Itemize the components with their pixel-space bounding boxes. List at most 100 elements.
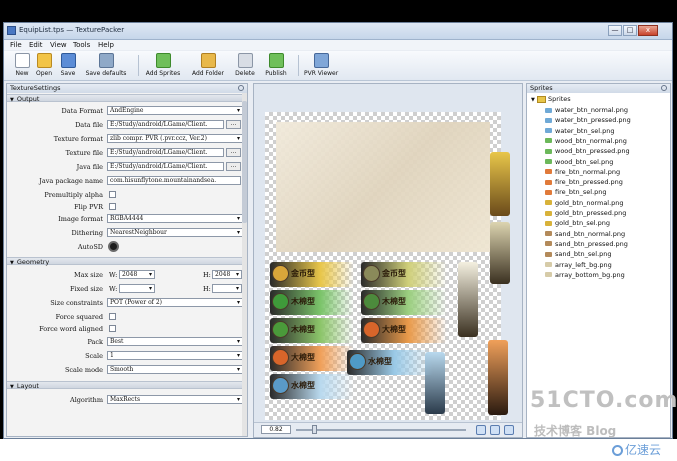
scale-mode-row: Scale mode Smooth — [7, 365, 243, 376]
vertical-button-sprite — [488, 340, 508, 415]
save-defaults-button[interactable]: Save defaults — [84, 53, 128, 77]
java-package-row: Java package name com.hisunflytone.mount… — [7, 176, 243, 187]
sprite-thumbnail-icon — [545, 251, 552, 257]
window-title: EquipList.tps — TexturePacker — [19, 26, 125, 34]
pin-icon[interactable] — [661, 85, 667, 91]
sprite-list-item[interactable]: wood_btn_pressed.png — [545, 147, 630, 157]
image-format-select[interactable]: RGBA4444 — [107, 214, 243, 223]
texture-format-label: Texture format — [53, 135, 103, 143]
scale-mode-select[interactable]: Smooth — [107, 365, 243, 374]
menu-tools[interactable]: Tools — [73, 41, 90, 49]
pin-icon[interactable] — [238, 85, 244, 91]
autosd-settings-icon[interactable] — [108, 241, 119, 252]
autosd-row: AutoSD — [7, 241, 243, 253]
texture-settings-title-text: TextureSettings — [10, 84, 61, 92]
sprite-thumbnail-icon — [545, 231, 552, 237]
java-package-input[interactable]: com.hisunflytone.mountainandsea. — [107, 176, 241, 185]
sprite-list-item[interactable]: wood_btn_normal.png — [545, 137, 627, 147]
zoom-slider-handle[interactable] — [312, 425, 317, 434]
java-file-browse-button[interactable]: ... — [226, 162, 241, 171]
data-file-input[interactable]: E:/Study/android/LGame/Client. — [107, 120, 224, 129]
autosd-label: AutoSD — [77, 243, 103, 251]
sprite-list-item[interactable]: fire_btn_pressed.png — [545, 178, 623, 188]
zoom-input[interactable]: 0.82 — [261, 425, 291, 434]
vertical-button-sprite — [490, 222, 510, 284]
section-output[interactable]: ▼ Output — [7, 94, 243, 103]
sprite-list-item[interactable]: sand_btn_normal.png — [545, 230, 625, 240]
close-button[interactable]: x — [638, 25, 658, 36]
vertical-button-sprite — [458, 262, 478, 337]
force-squared-checkbox[interactable] — [109, 313, 116, 320]
minimize-button[interactable]: — — [608, 25, 622, 36]
dithering-select[interactable]: NearestNeighbour — [107, 228, 243, 237]
flip-pvr-checkbox[interactable] — [109, 203, 116, 210]
water-orb-icon — [272, 377, 289, 394]
data-file-browse-button[interactable]: ... — [226, 120, 241, 129]
sprite-list-item[interactable]: sand_btn_pressed.png — [545, 240, 628, 250]
delete-label: Delete — [235, 70, 255, 77]
sprite-list-item[interactable]: water_btn_pressed.png — [545, 116, 631, 126]
force-word-aligned-checkbox[interactable] — [109, 325, 116, 332]
section-layout[interactable]: ▼ Layout — [7, 381, 243, 390]
menu-view[interactable]: View — [50, 41, 67, 49]
sprite-list-item[interactable]: sand_btn_sel.png — [545, 250, 612, 260]
max-size-height-select[interactable]: 2048 — [212, 270, 242, 279]
menu-help[interactable]: Help — [98, 41, 114, 49]
size-constraints-select[interactable]: POT (Power of 2) — [107, 298, 243, 307]
fixed-size-width-select[interactable] — [119, 284, 155, 293]
texture-format-select[interactable]: zlib compr. PVR (.pvr.ccz, Ver.2) — [107, 134, 243, 143]
sprites-tree-root[interactable]: ▼ Sprites — [531, 95, 571, 103]
image-format-label: Image format — [58, 215, 103, 223]
algorithm-select[interactable]: MaxRects — [107, 395, 243, 404]
delete-button[interactable]: Delete — [233, 53, 257, 77]
menu-edit[interactable]: Edit — [29, 41, 43, 49]
sprite-list-item[interactable]: wood_btn_sel.png — [545, 158, 613, 168]
title-bar: EquipList.tps — TexturePacker — □ x — [4, 23, 672, 40]
sprite-list-item[interactable]: gold_btn_normal.png — [545, 199, 624, 209]
fire-orb-icon — [272, 349, 289, 366]
sprite-list-item[interactable]: fire_btn_normal.png — [545, 168, 620, 178]
data-format-select[interactable]: AndEngine — [107, 106, 243, 115]
java-file-input[interactable]: E:/Study/android/LGame/Client. — [107, 162, 224, 171]
open-button[interactable]: Open — [34, 53, 54, 77]
save-button[interactable]: Save — [58, 53, 78, 77]
sprite-list-item-label: wood_btn_pressed.png — [555, 147, 630, 156]
section-geometry[interactable]: ▼ Geometry — [7, 257, 243, 266]
scrollbar-thumb[interactable] — [242, 101, 247, 223]
new-button[interactable]: New — [13, 53, 31, 77]
sprite-list-item[interactable]: gold_btn_pressed.png — [545, 209, 626, 219]
premultiply-alpha-checkbox[interactable] — [109, 191, 116, 198]
sprite-list-item[interactable]: fire_btn_sel.png — [545, 188, 607, 198]
save-label: Save — [60, 70, 76, 77]
menu-file[interactable]: File — [10, 41, 22, 49]
sprite-list-item[interactable]: array_bottom_bg.png — [545, 271, 625, 281]
texture-settings-title: TextureSettings — [7, 84, 247, 93]
sprite-sheet-canvas[interactable]: 金币型 金币型 木棉型 木棉型 木棉型 大棉型 大棉型 水棉型 水棉型 0.82 — [253, 83, 523, 438]
settings-scrollbar[interactable] — [242, 93, 247, 436]
sprite-list-item[interactable]: array_left_bg.png — [545, 261, 612, 271]
pack-select[interactable]: Best — [107, 337, 243, 346]
wood-orb-icon — [272, 321, 289, 338]
publish-button[interactable]: Publish — [262, 53, 290, 77]
pvr-viewer-button[interactable]: PVR Viewer — [304, 53, 338, 77]
max-size-h-label: H: — [203, 271, 211, 279]
add-folder-button[interactable]: Add Folder — [190, 53, 226, 77]
texture-file-browse-button[interactable]: ... — [226, 148, 241, 157]
zoom-fit-icon[interactable] — [504, 425, 514, 435]
fixed-size-h-label: H: — [203, 285, 211, 293]
zoom-in-icon[interactable] — [476, 425, 486, 435]
button-sprite: 水棉型 — [347, 350, 433, 375]
fixed-size-height-select[interactable] — [212, 284, 242, 293]
sprite-list-item[interactable]: water_btn_normal.png — [545, 106, 628, 116]
zoom-slider[interactable] — [296, 429, 466, 431]
scale-select[interactable]: 1 — [107, 351, 243, 360]
zoom-out-icon[interactable] — [490, 425, 500, 435]
max-size-width-select[interactable]: 2048 — [119, 270, 155, 279]
force-word-aligned-label: Force word aligned — [39, 325, 103, 333]
maximize-button[interactable]: □ — [623, 25, 637, 36]
sprite-list-item[interactable]: water_btn_sel.png — [545, 127, 614, 137]
add-sprites-button[interactable]: Add Sprites — [144, 53, 182, 77]
sprite-list-item[interactable]: gold_btn_sel.png — [545, 219, 610, 229]
collapse-triangle-icon: ▼ — [10, 97, 14, 103]
texture-file-input[interactable]: E:/Study/android/LGame/Client. — [107, 148, 224, 157]
